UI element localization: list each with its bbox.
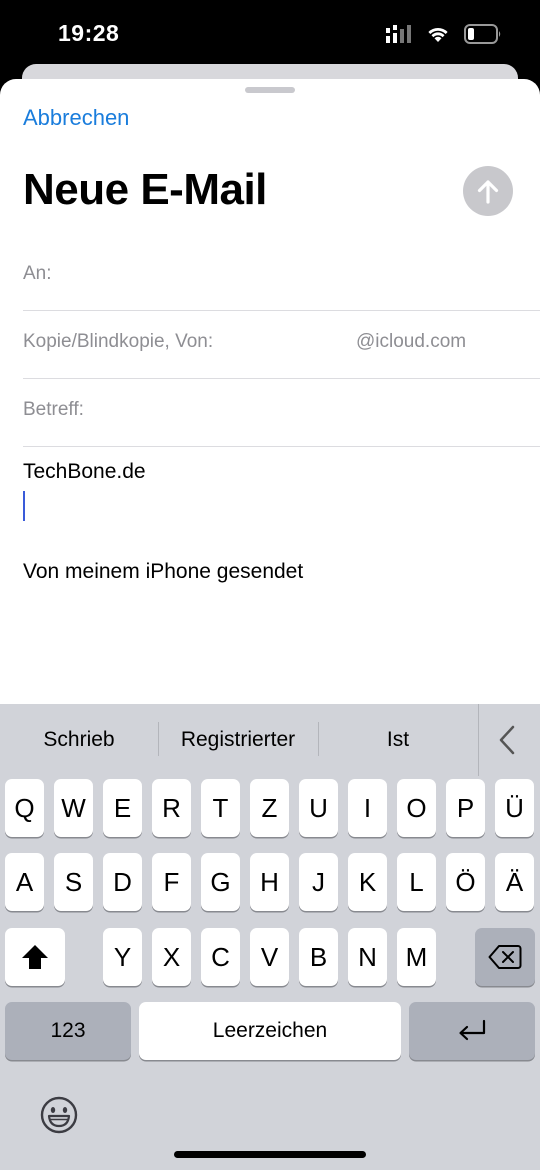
key-e[interactable]: E <box>103 779 142 837</box>
status-bar: 19:28 <box>0 0 540 70</box>
key-a[interactable]: A <box>5 853 44 911</box>
chevron-left-icon[interactable] <box>496 724 518 756</box>
key-k[interactable]: K <box>348 853 387 911</box>
key-p[interactable]: P <box>446 779 485 837</box>
suggestion-1[interactable]: Schrieb <box>0 728 158 752</box>
key-x[interactable]: X <box>152 928 191 986</box>
return-key[interactable] <box>409 1002 535 1060</box>
backspace-key[interactable] <box>475 928 535 986</box>
key-ue[interactable]: Ü <box>495 779 534 837</box>
key-d[interactable]: D <box>103 853 142 911</box>
shift-key[interactable] <box>5 928 65 986</box>
from-address: @icloud.com <box>356 331 467 352</box>
key-r[interactable]: R <box>152 779 191 837</box>
to-field[interactable]: An: <box>23 243 540 311</box>
key-g[interactable]: G <box>201 853 240 911</box>
cancel-button[interactable]: Abbrechen <box>23 105 129 131</box>
signature-text[interactable]: Von meinem iPhone gesendet <box>23 560 303 584</box>
key-m[interactable]: M <box>397 928 436 986</box>
key-u[interactable]: U <box>299 779 338 837</box>
key-b[interactable]: B <box>299 928 338 986</box>
key-i[interactable]: I <box>348 779 387 837</box>
key-l[interactable]: L <box>397 853 436 911</box>
key-o[interactable]: O <box>397 779 436 837</box>
cc-bcc-from-field[interactable]: Kopie/Blindkopie, Von: @icloud.com <box>23 311 540 379</box>
shift-icon <box>22 945 48 969</box>
key-c[interactable]: C <box>201 928 240 986</box>
subject-label: Betreff: <box>23 399 84 420</box>
numbers-key[interactable]: 123 <box>5 1002 131 1060</box>
send-button[interactable] <box>463 166 513 216</box>
suggestion-3[interactable]: Ist <box>319 728 477 752</box>
key-s[interactable]: S <box>54 853 93 911</box>
home-indicator[interactable] <box>174 1151 366 1158</box>
backspace-icon <box>488 945 522 969</box>
key-n[interactable]: N <box>348 928 387 986</box>
key-z[interactable]: Z <box>250 779 289 837</box>
send-arrow-icon <box>477 180 499 204</box>
page-title: Neue E-Mail <box>23 165 267 214</box>
key-v[interactable]: V <box>250 928 289 986</box>
to-label: An: <box>23 263 52 284</box>
suggestion-divider <box>478 704 479 776</box>
body-text[interactable]: TechBone.de <box>23 460 146 484</box>
return-icon <box>459 1019 486 1041</box>
wifi-icon <box>428 27 448 42</box>
key-t[interactable]: T <box>201 779 240 837</box>
status-icons <box>386 24 502 44</box>
key-oe[interactable]: Ö <box>446 853 485 911</box>
key-ae[interactable]: Ä <box>495 853 534 911</box>
suggestion-bar: Schrieb Registrierter Ist <box>0 704 540 776</box>
battery-icon <box>464 24 501 44</box>
key-y[interactable]: Y <box>103 928 142 986</box>
key-j[interactable]: J <box>299 853 338 911</box>
suggestion-2[interactable]: Registrierter <box>159 728 317 752</box>
subject-field[interactable]: Betreff: <box>23 379 540 447</box>
sheet-grabber[interactable] <box>245 87 295 93</box>
keyboard: Schrieb Registrierter Ist Q W E R T Z U … <box>0 704 540 1170</box>
space-key[interactable]: Leerzeichen <box>139 1002 401 1060</box>
emoji-icon[interactable] <box>39 1095 79 1135</box>
key-q[interactable]: Q <box>5 779 44 837</box>
text-cursor <box>23 491 25 521</box>
cellular-icon <box>386 25 411 43</box>
cc-label: Kopie/Blindkopie, Von: <box>23 331 214 352</box>
key-f[interactable]: F <box>152 853 191 911</box>
key-w[interactable]: W <box>54 779 93 837</box>
key-h[interactable]: H <box>250 853 289 911</box>
status-time: 19:28 <box>58 20 120 46</box>
